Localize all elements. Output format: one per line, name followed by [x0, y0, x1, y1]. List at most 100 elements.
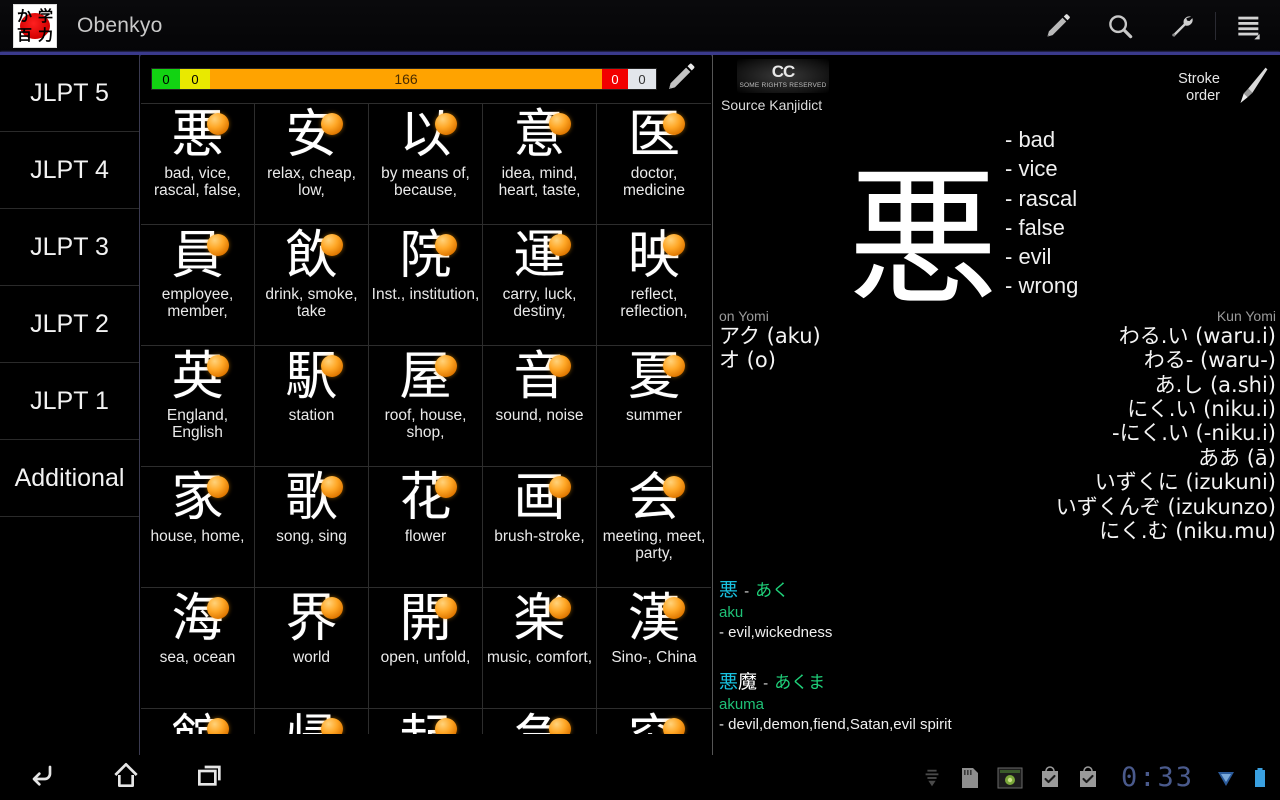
header-divider [1215, 12, 1216, 40]
menu-icon [1233, 10, 1265, 42]
status-dot-icon [207, 355, 229, 377]
kanji-meaning: doctor, medicine [597, 165, 711, 200]
status-dot-icon [435, 597, 457, 619]
status-dot-icon [663, 355, 685, 377]
vocab-kanji-highlight: 悪 [719, 671, 738, 693]
grid-pencil-button[interactable] [657, 58, 705, 100]
home-button[interactable] [106, 758, 146, 798]
kanji-cell[interactable]: 館 [141, 709, 255, 734]
kanji-cell[interactable]: 花flower [369, 467, 483, 587]
status-dot-icon [549, 355, 571, 377]
kanji-meaning: roof, house, shop, [369, 407, 483, 442]
kanji-cell[interactable]: 英England, English [141, 346, 255, 466]
kanji-row: 悪bad, vice, rascal, false, 安relax, cheap… [141, 103, 711, 224]
vocab-entry[interactable]: 悪 - あく aku - evil,wickedness [719, 579, 1275, 643]
pencil-button[interactable] [1027, 0, 1089, 52]
status-dot-icon [207, 718, 229, 734]
kanji-cell[interactable]: 究 [597, 709, 711, 734]
app-notification-icon[interactable] [997, 766, 1023, 790]
stroke-order-line2: order [1178, 88, 1220, 105]
kanji-meaning: music, comfort, [483, 649, 597, 666]
sidebar-item-jlpt4[interactable]: JLPT 4 [0, 132, 139, 209]
kanji-cell[interactable]: 急 [483, 709, 597, 734]
vocab-entry[interactable]: 悪魔 - あくま akuma - devil,demon,fiend,Satan… [719, 671, 1275, 735]
kanji-cell[interactable]: 屋roof, house, shop, [369, 346, 483, 466]
kanji-detail-panel: CC SOME RIGHTS RESERVED Source Kanjidict… [712, 55, 1280, 755]
study-progress-bar[interactable]: 0 0 166 0 0 [151, 68, 657, 90]
obenkyo-app-window: か 学 百 力 Obenkyo [0, 0, 1280, 800]
kun-yomi-item: あ.し (a.shi) [946, 373, 1276, 397]
kanji-cell[interactable]: 以by means of, because, [369, 104, 483, 224]
kun-yomi-item: いずくに (izukuni) [946, 470, 1276, 494]
download-icon[interactable] [921, 767, 943, 789]
wifi-icon[interactable] [1216, 766, 1236, 790]
status-dot-icon [435, 234, 457, 256]
search-button[interactable] [1089, 0, 1151, 52]
app-title: Obenkyo [77, 14, 162, 38]
stroke-order-line1: Stroke [1178, 71, 1220, 88]
back-button[interactable] [22, 758, 62, 798]
recents-button[interactable] [190, 758, 230, 798]
sidebar-item-jlpt3[interactable]: JLPT 3 [0, 209, 139, 286]
kanji-row: 海sea, ocean 界world 開open, unfold, 楽music… [141, 587, 711, 708]
overflow-menu-button[interactable] [1218, 0, 1280, 52]
kanji-meaning: England, English [141, 407, 255, 442]
kanji-cell[interactable]: 海sea, ocean [141, 588, 255, 708]
kanji-cell[interactable]: 意idea, mind, heart, taste, [483, 104, 597, 224]
kanji-meaning: summer [597, 407, 711, 424]
kanji-cell[interactable]: 画brush-stroke, [483, 467, 597, 587]
status-dot-icon [207, 234, 229, 256]
kanji-cell[interactable]: 家house, home, [141, 467, 255, 587]
kanji-cell[interactable]: 駅station [255, 346, 369, 466]
meaning-item: - evil [1005, 242, 1280, 271]
settings-button[interactable] [1151, 0, 1213, 52]
kanji-cell[interactable]: 界world [255, 588, 369, 708]
kanji-cell[interactable]: 飲drink, smoke, take [255, 225, 369, 345]
status-dot-icon [435, 476, 457, 498]
kanji-cell[interactable]: 起 [369, 709, 483, 734]
app-logo-icon: か 学 百 力 [13, 4, 57, 48]
kun-yomi-label: Kun Yomi [946, 308, 1276, 324]
kanji-cell[interactable]: 運carry, luck, destiny, [483, 225, 597, 345]
kanji-cell[interactable]: 音sound, noise [483, 346, 597, 466]
kanji-cell[interactable]: 帰 [255, 709, 369, 734]
progress-count-orange: 166 [210, 69, 602, 89]
kanji-meaning: reflect, reflection, [597, 286, 711, 321]
wrench-icon [1167, 11, 1197, 41]
kanji-cell[interactable]: 映reflect, reflection, [597, 225, 711, 345]
kanji-cell[interactable]: 悪bad, vice, rascal, false, [141, 104, 255, 224]
vocab-kanji-plain: 魔 [738, 671, 757, 693]
sidebar: JLPT 5 JLPT 4 JLPT 3 JLPT 2 JLPT 1 Addit… [0, 55, 140, 755]
kun-yomi-item: いずくんぞ (izukunzo) [946, 495, 1276, 519]
battery-icon[interactable] [1252, 766, 1268, 790]
app-header: か 学 百 力 Obenkyo [0, 0, 1280, 52]
kun-yomi-item: ああ (ā) [946, 446, 1276, 470]
pencil-icon [1043, 11, 1073, 41]
kanji-cell[interactable]: 漢Sino-, China [597, 588, 711, 708]
kanji-cell[interactable]: 安relax, cheap, low, [255, 104, 369, 224]
kanji-row: 家house, home, 歌song, sing 花flower 画brush… [141, 466, 711, 587]
kanji-cell[interactable]: 会meeting, meet, party, [597, 467, 711, 587]
sidebar-item-jlpt1[interactable]: JLPT 1 [0, 363, 139, 440]
sdcard-icon[interactable] [959, 766, 981, 790]
kanji-cell[interactable]: 医doctor, medicine [597, 104, 711, 224]
kanji-cell[interactable]: 楽music, comfort, [483, 588, 597, 708]
kanji-cell[interactable]: 院Inst., institution, [369, 225, 483, 345]
sidebar-item-jlpt2[interactable]: JLPT 2 [0, 286, 139, 363]
kanji-meaning: by means of, because, [369, 165, 483, 200]
status-dot-icon [321, 597, 343, 619]
sidebar-item-additional[interactable]: Additional [0, 440, 139, 517]
kanji-cell[interactable]: 開open, unfold, [369, 588, 483, 708]
market-bag-icon[interactable] [1039, 766, 1061, 790]
sidebar-item-jlpt5[interactable]: JLPT 5 [0, 55, 139, 132]
market-bag-icon[interactable] [1077, 766, 1099, 790]
kanji-meaning: flower [369, 528, 483, 545]
vocab-dash: - [744, 584, 749, 600]
kanji-meaning: house, home, [141, 528, 255, 545]
search-icon [1105, 11, 1135, 41]
kanji-cell[interactable]: 夏summer [597, 346, 711, 466]
kanji-row: 英England, English 駅station 屋roof, house,… [141, 345, 711, 466]
stroke-order-button[interactable]: Stroke order [1178, 63, 1272, 112]
kanji-cell[interactable]: 員employee, member, [141, 225, 255, 345]
kanji-cell[interactable]: 歌song, sing [255, 467, 369, 587]
